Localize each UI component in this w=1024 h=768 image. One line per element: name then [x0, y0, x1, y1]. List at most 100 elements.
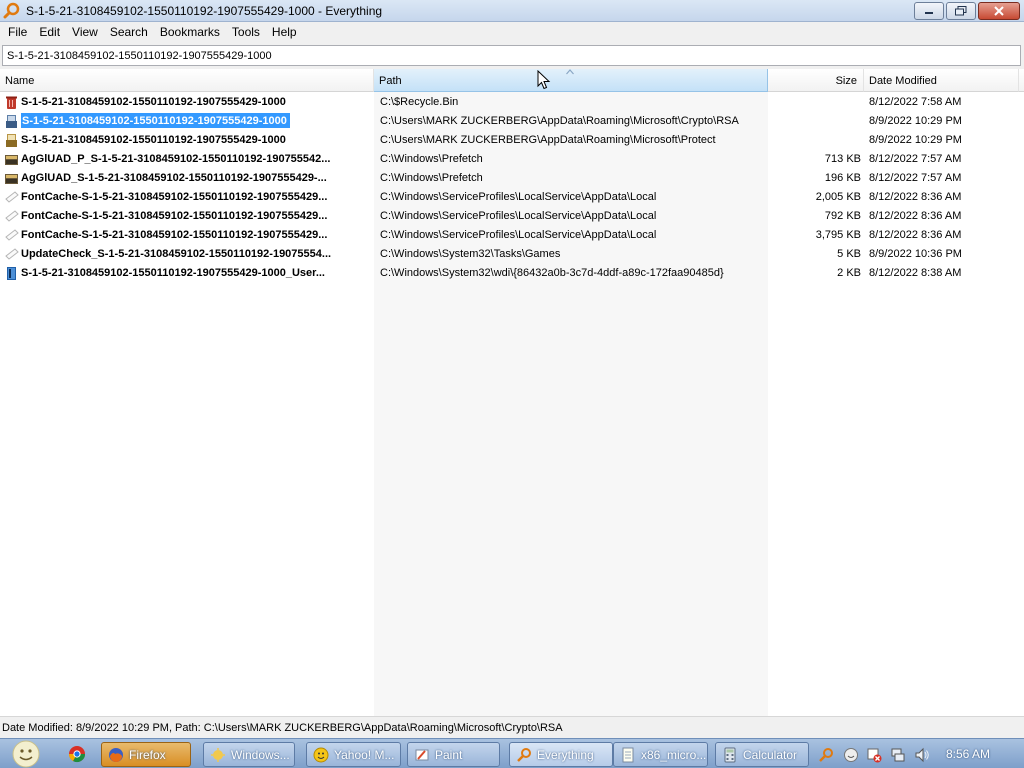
start-button-icon[interactable] — [4, 740, 44, 768]
task-label: Firefox — [129, 747, 166, 762]
file-name: S-1-5-21-3108459102-1550110192-190755542… — [21, 96, 286, 108]
taskbar-item-firefox[interactable]: Firefox — [101, 742, 191, 767]
file-size: 713 KB — [824, 153, 861, 165]
file-name: AgGlUAD_P_S-1-5-21-3108459102-1550110192… — [21, 153, 331, 165]
results-list[interactable]: S-1-5-21-3108459102-1550110192-190755542… — [0, 92, 1024, 716]
file-date: 8/12/2022 8:36 AM — [869, 210, 962, 222]
list-item[interactable]: UpdateCheck_S-1-5-21-3108459102-15501101… — [0, 245, 1024, 264]
file-size: 196 KB — [824, 172, 861, 184]
menu-file[interactable]: File — [2, 22, 33, 42]
file-path: C:\$Recycle.Bin — [380, 96, 459, 108]
list-item[interactable]: AgGlUAD_S-1-5-21-3108459102-1550110192-1… — [0, 169, 1024, 188]
file-path: C:\Windows\ServiceProfiles\LocalService\… — [380, 210, 657, 222]
list-item[interactable]: FontCache-S-1-5-21-3108459102-1550110192… — [0, 207, 1024, 226]
windows-explorer-icon — [211, 747, 225, 762]
menu-search[interactable]: Search — [104, 22, 154, 42]
everything-icon — [517, 747, 531, 762]
blank-file-icon — [5, 248, 19, 260]
list-item[interactable]: AgGlUAD_P_S-1-5-21-3108459102-1550110192… — [0, 150, 1024, 169]
task-label: Yahoo! M... — [334, 747, 395, 762]
chrome-icon[interactable] — [68, 745, 86, 763]
menu-help[interactable]: Help — [266, 22, 303, 42]
prefetch-file-icon — [5, 174, 18, 184]
file-size: 2,005 KB — [815, 191, 861, 203]
file-name: FontCache-S-1-5-21-3108459102-1550110192… — [21, 191, 328, 203]
file-name: FontCache-S-1-5-21-3108459102-1550110192… — [21, 229, 328, 241]
list-item-selected[interactable]: S-1-5-21-3108459102-1550110192-190755542… — [0, 112, 1024, 131]
window-title: S-1-5-21-3108459102-1550110192-190755542… — [26, 4, 383, 18]
taskbar-item-paint[interactable]: Paint — [407, 742, 500, 767]
column-header-filler — [1019, 69, 1024, 92]
sort-ascending-icon — [566, 69, 574, 75]
blank-file-icon — [5, 229, 19, 241]
menu-view[interactable]: View — [66, 22, 104, 42]
file-name: S-1-5-21-3108459102-1550110192-190755542… — [21, 113, 290, 128]
column-header-size[interactable]: Size — [768, 69, 864, 92]
file-name: FontCache-S-1-5-21-3108459102-1550110192… — [21, 210, 328, 222]
yahoo-messenger-icon — [313, 747, 329, 762]
restore-button[interactable] — [946, 2, 976, 20]
data-file-icon — [7, 267, 16, 280]
file-date: 8/12/2022 7:58 AM — [869, 96, 962, 108]
close-button[interactable] — [978, 2, 1020, 20]
mouse-cursor-icon — [537, 70, 551, 90]
minimize-icon — [925, 12, 933, 14]
prefetch-file-icon — [5, 155, 18, 165]
everything-tray-icon[interactable] — [818, 747, 834, 763]
minimize-button[interactable] — [914, 2, 944, 20]
file-size: 792 KB — [824, 210, 861, 222]
menu-bar: File Edit View Search Bookmarks Tools He… — [0, 22, 1024, 42]
file-path: C:\Windows\Prefetch — [380, 153, 483, 165]
taskbar-item-yahoo-messenger[interactable]: Yahoo! M... — [306, 742, 401, 767]
list-item[interactable]: S-1-5-21-3108459102-1550110192-190755542… — [0, 264, 1024, 283]
menu-tools[interactable]: Tools — [226, 22, 266, 42]
task-label: Everything — [537, 747, 594, 762]
menu-edit[interactable]: Edit — [33, 22, 66, 42]
file-path: C:\Users\MARK ZUCKERBERG\AppData\Roaming… — [380, 115, 739, 127]
list-item[interactable]: FontCache-S-1-5-21-3108459102-1550110192… — [0, 188, 1024, 207]
taskbar-clock[interactable]: 8:56 AM — [946, 747, 990, 761]
list-item[interactable]: FontCache-S-1-5-21-3108459102-1550110192… — [0, 226, 1024, 245]
task-label: Calculator — [743, 747, 798, 762]
search-input[interactable] — [2, 45, 1021, 66]
recycle-bin-icon — [6, 96, 17, 109]
file-path: C:\Windows\ServiceProfiles\LocalService\… — [380, 229, 657, 241]
file-size: 5 KB — [837, 248, 861, 260]
taskbar-item-calculator[interactable]: Calculator — [715, 742, 809, 767]
everything-app-icon — [3, 2, 20, 19]
file-date: 8/12/2022 8:36 AM — [869, 229, 962, 241]
task-label: Paint — [435, 747, 463, 762]
taskbar-item-windows-explorer[interactable]: Windows... — [203, 742, 295, 767]
status-bar: Date Modified: 8/9/2022 10:29 PM, Path: … — [0, 716, 1024, 738]
file-name: S-1-5-21-3108459102-1550110192-190755542… — [21, 267, 325, 279]
paint-icon — [415, 749, 429, 760]
file-date: 8/9/2022 10:29 PM — [869, 115, 962, 127]
calculator-icon — [724, 747, 736, 762]
file-date: 8/12/2022 8:38 AM — [869, 267, 962, 279]
task-label: x86_micro... — [641, 747, 707, 762]
blank-file-icon — [5, 191, 19, 203]
task-label: Windows... — [231, 747, 290, 762]
file-date: 8/9/2022 10:29 PM — [869, 134, 962, 146]
volume-tray-icon[interactable] — [914, 747, 930, 763]
file-size: 3,795 KB — [815, 229, 861, 241]
taskbar-item-everything[interactable]: Everything — [509, 742, 613, 767]
file-name: AgGlUAD_S-1-5-21-3108459102-1550110192-1… — [21, 172, 327, 184]
file-path: C:\Users\MARK ZUCKERBERG\AppData\Roaming… — [380, 134, 716, 146]
column-header-name[interactable]: Name — [0, 69, 374, 92]
column-header-date-modified[interactable]: Date Modified — [864, 69, 1019, 92]
list-item[interactable]: S-1-5-21-3108459102-1550110192-190755542… — [0, 131, 1024, 150]
messenger-tray-icon[interactable] — [843, 747, 859, 763]
taskbar-item-notepad[interactable]: x86_micro... — [613, 742, 708, 767]
restore-icon — [955, 6, 967, 16]
file-path: C:\Windows\Prefetch — [380, 172, 483, 184]
file-size: 2 KB — [837, 267, 861, 279]
menu-bookmarks[interactable]: Bookmarks — [154, 22, 226, 42]
network-tray-icon[interactable] — [890, 747, 906, 763]
security-alert-tray-icon[interactable] — [866, 747, 882, 763]
file-date: 8/12/2022 7:57 AM — [869, 172, 962, 184]
folder-icon — [6, 134, 17, 147]
list-item[interactable]: S-1-5-21-3108459102-1550110192-190755542… — [0, 93, 1024, 112]
close-icon — [994, 6, 1004, 16]
search-bar — [0, 42, 1024, 69]
